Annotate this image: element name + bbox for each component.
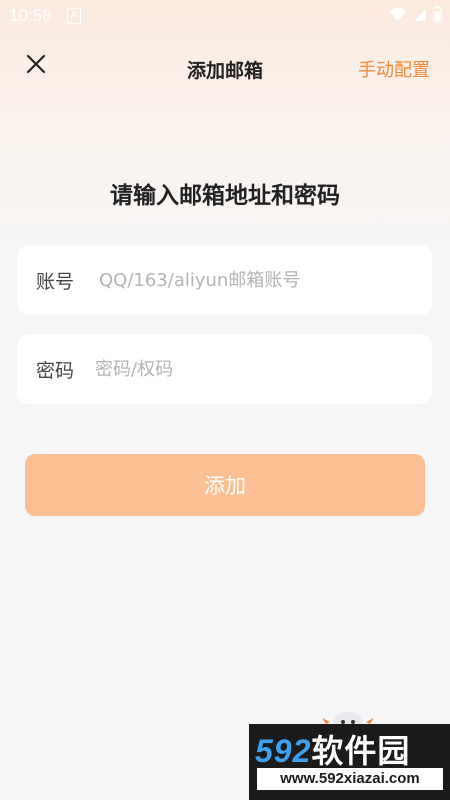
signal-icon bbox=[413, 7, 427, 26]
password-label: 密码 bbox=[36, 360, 75, 382]
battery-icon bbox=[433, 6, 442, 26]
title-bar: 添加邮箱 手动配置 bbox=[0, 40, 450, 96]
add-button[interactable]: 添加 bbox=[25, 454, 425, 516]
account-label: 账号 bbox=[36, 271, 75, 293]
watermark-brand: 592软件园 bbox=[255, 726, 410, 772]
status-icons bbox=[389, 6, 442, 26]
watermark: 592软件园 www.592xiazai.com bbox=[249, 724, 450, 800]
watermark-url: www.592xiazai.com bbox=[257, 768, 443, 790]
close-button[interactable] bbox=[20, 50, 52, 82]
account-field-card: 账号 bbox=[17, 245, 432, 315]
wifi-icon bbox=[389, 7, 407, 26]
password-input[interactable] bbox=[95, 351, 417, 387]
watermark-brand-text: 软件园 bbox=[311, 733, 411, 769]
account-input[interactable] bbox=[99, 262, 417, 298]
form-heading: 请输入邮箱地址和密码 bbox=[110, 183, 340, 209]
close-icon bbox=[26, 54, 46, 78]
status-time: 10:58 bbox=[9, 6, 52, 25]
notification-icon: A bbox=[67, 8, 81, 24]
password-field-card: 密码 bbox=[17, 334, 432, 404]
watermark-digits: 592 bbox=[255, 733, 312, 769]
manual-config-button[interactable]: 手动配置 bbox=[358, 56, 430, 82]
status-bar: 10:58 A bbox=[0, 0, 450, 32]
